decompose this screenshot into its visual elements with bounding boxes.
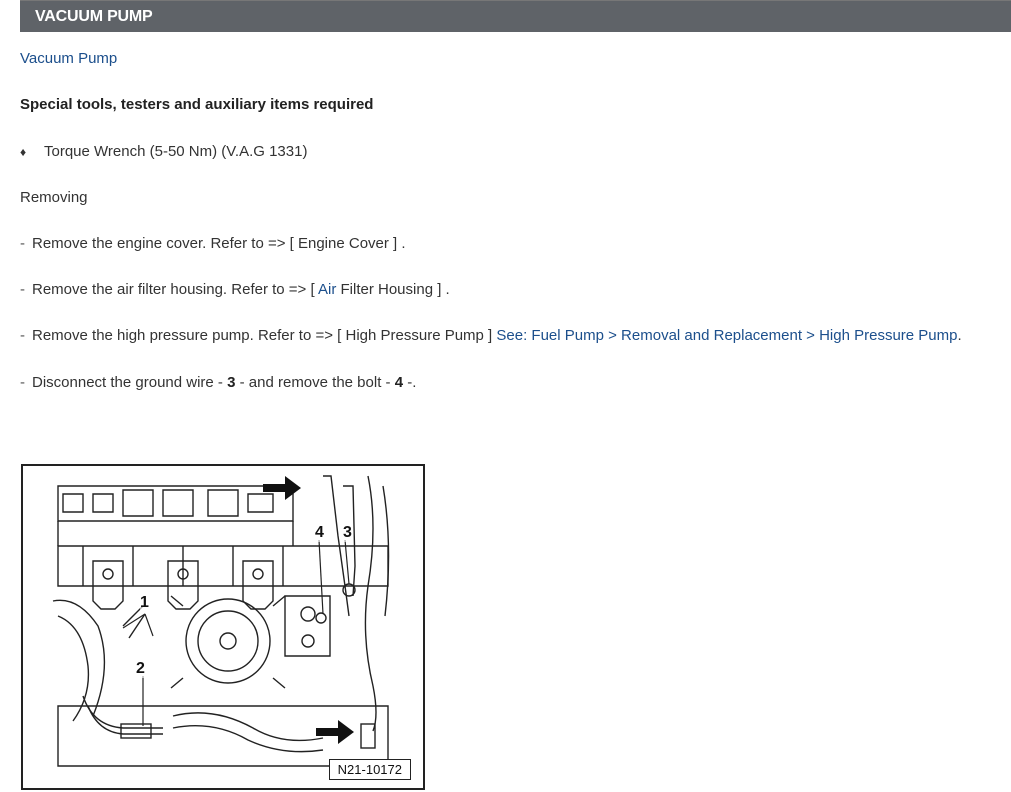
section-header-title: VACUUM PUMP [35, 8, 153, 25]
tools-heading: Special tools, testers and auxiliary ite… [20, 96, 374, 113]
step-4-text-c: -. [403, 374, 417, 391]
step-4: - Disconnect the ground wire - 3 - and re… [20, 374, 416, 391]
engine-diagram: 1 2 3 4 N21-10172 [21, 464, 425, 790]
step-4-text-b: - and remove the bolt - [235, 374, 395, 391]
callout-3: 3 [343, 524, 352, 542]
callout-2: 2 [136, 660, 145, 678]
step-2-text-a: Remove the air filter housing. Refer to … [32, 281, 318, 298]
step-2-text-b: Filter Housing ] . [336, 281, 450, 298]
callout-4: 4 [315, 524, 324, 542]
page: VACUUM PUMP Vacuum Pump Special tools, t… [0, 0, 1011, 792]
tool-item-text: Torque Wrench (5-50 Nm) (V.A.G 1331) [44, 143, 308, 160]
step-4-text-a: Disconnect the ground wire - [32, 374, 228, 391]
step-1: - Remove the engine cover. Refer to => [ … [20, 235, 406, 252]
diamond-bullet-icon: ♦ [20, 145, 27, 159]
tool-list-item: ♦ Torque Wrench (5-50 Nm) (V.A.G 1331) [20, 143, 307, 160]
step-3-text-b: . [957, 327, 962, 344]
callout-1: 1 [140, 594, 149, 612]
step-dash: - [20, 235, 25, 252]
step-2: - Remove the air filter housing. Refer to… [20, 281, 450, 298]
high-pressure-pump-link[interactable]: See: Fuel Pump > Removal and Replacement… [496, 327, 957, 344]
bolt-ref: 4 [394, 374, 404, 391]
doc-title: Vacuum Pump [20, 50, 118, 67]
figure-label: N21-10172 [328, 759, 411, 780]
step-3: - Remove the high pressure pump. Refer to… [20, 327, 962, 344]
removing-label: Removing [20, 189, 88, 206]
air-link[interactable]: Air [318, 281, 336, 298]
section-header: VACUUM PUMP [20, 0, 1011, 32]
step-1-text: Remove the engine cover. Refer to => [ E… [32, 235, 406, 252]
step-dash: - [20, 281, 25, 298]
step-3-text-a: Remove the high pressure pump. Refer to … [32, 327, 497, 344]
step-dash: - [20, 327, 25, 344]
engine-line-drawing [52, 475, 390, 767]
black-arrow-icon [263, 476, 354, 744]
step-dash: - [20, 374, 25, 391]
